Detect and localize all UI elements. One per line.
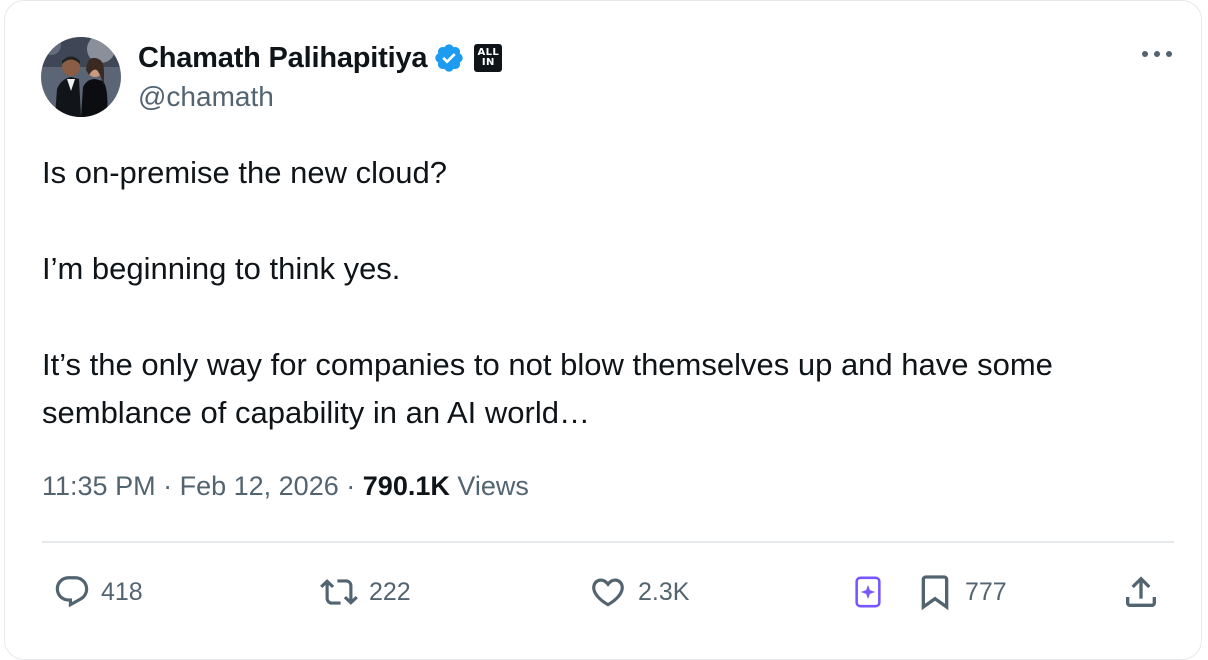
repost-icon (320, 579, 358, 605)
bookmark-icon (921, 575, 949, 611)
verified-badge-icon[interactable] (433, 42, 465, 74)
tweet-meta: 11:35 PM · Feb 12, 2026 · 790.1K Views (42, 471, 529, 502)
repost-button[interactable]: 222 (319, 571, 411, 613)
avatar-photo (41, 37, 121, 117)
reply-count: 418 (101, 577, 143, 606)
tweet-paragraph: Is on-premise the new cloud? (42, 155, 447, 190)
share-button[interactable] (1121, 571, 1161, 613)
share-icon (1126, 576, 1156, 607)
author-display-name[interactable]: Chamath Palihapitiya (138, 42, 428, 75)
affiliation-badge-icon[interactable]: ALL IN (474, 44, 503, 72)
bookmark-count: 777 (965, 577, 1007, 606)
meta-separator: · (163, 471, 173, 501)
tweet-text: Is on-premise the new cloud? I’m beginni… (42, 149, 1162, 437)
tweet-paragraph: It’s the only way for companies to not b… (42, 347, 1053, 430)
like-button[interactable]: 2.3K (588, 571, 689, 613)
meta-separator: · (346, 471, 356, 501)
tweet-time[interactable]: 11:35 PM (42, 471, 156, 501)
author-handle[interactable]: @chamath (138, 81, 274, 113)
repost-count: 222 (369, 577, 411, 606)
tweet-card: Chamath Palihapitiya ALL IN @chamath Is … (4, 0, 1202, 660)
views-count: 790.1K (362, 471, 450, 501)
grok-bookmark-icon (855, 576, 881, 608)
reply-button[interactable]: 418 (53, 571, 143, 613)
like-count: 2.3K (638, 577, 690, 606)
tweet-date[interactable]: Feb 12, 2026 (180, 471, 339, 501)
reply-icon (55, 576, 89, 608)
affiliation-badge-line2: IN (481, 57, 495, 68)
more-options-button[interactable] (1135, 39, 1179, 69)
avatar[interactable] (41, 37, 121, 117)
tweet-paragraph: I’m beginning to think yes. (42, 251, 401, 286)
grok-button[interactable] (853, 571, 883, 613)
heart-icon (592, 578, 624, 607)
bookmark-button[interactable]: 777 (915, 571, 1007, 613)
divider (42, 541, 1174, 543)
views-label: Views (457, 471, 529, 501)
more-horizontal-icon (1142, 51, 1172, 57)
